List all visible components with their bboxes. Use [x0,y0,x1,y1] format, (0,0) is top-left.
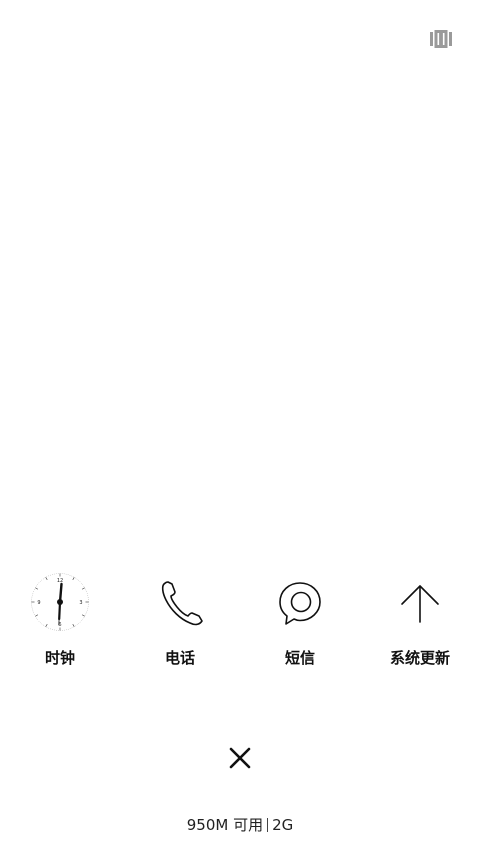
recent-app-label: 系统更新 [389,649,450,667]
phone-icon [161,581,203,626]
close-icon [229,747,251,769]
memory-available: 950M 可用 [186,816,264,834]
clock-numeral-3: 3 [79,600,82,606]
recent-app-label: 电话 [164,649,195,667]
multitask-manage-icon [430,30,452,48]
recent-app-system-update[interactable]: 系统更新 [360,570,480,680]
clock-numeral-9: 9 [37,600,40,606]
recent-app-phone[interactable]: 电话 [120,570,240,680]
memory-total: 2G [272,816,294,834]
clear-all-button[interactable] [224,742,256,774]
memory-divider [267,818,269,832]
recent-app-clock[interactable]: 12 3 6 9 时钟 [0,570,120,680]
message-icon [279,582,321,625]
recent-app-messages[interactable]: 短信 [240,570,360,680]
arrow-up-icon [401,585,439,623]
multitask-manage-button[interactable] [430,30,452,48]
recent-app-label: 时钟 [44,649,75,667]
recent-app-label: 短信 [284,649,315,667]
clock-icon: 12 3 6 9 [31,573,89,631]
memory-info: 950M 可用 2G [0,814,480,836]
recent-apps-row: 12 3 6 9 时钟 电话 短信 系统更新 [0,570,480,680]
